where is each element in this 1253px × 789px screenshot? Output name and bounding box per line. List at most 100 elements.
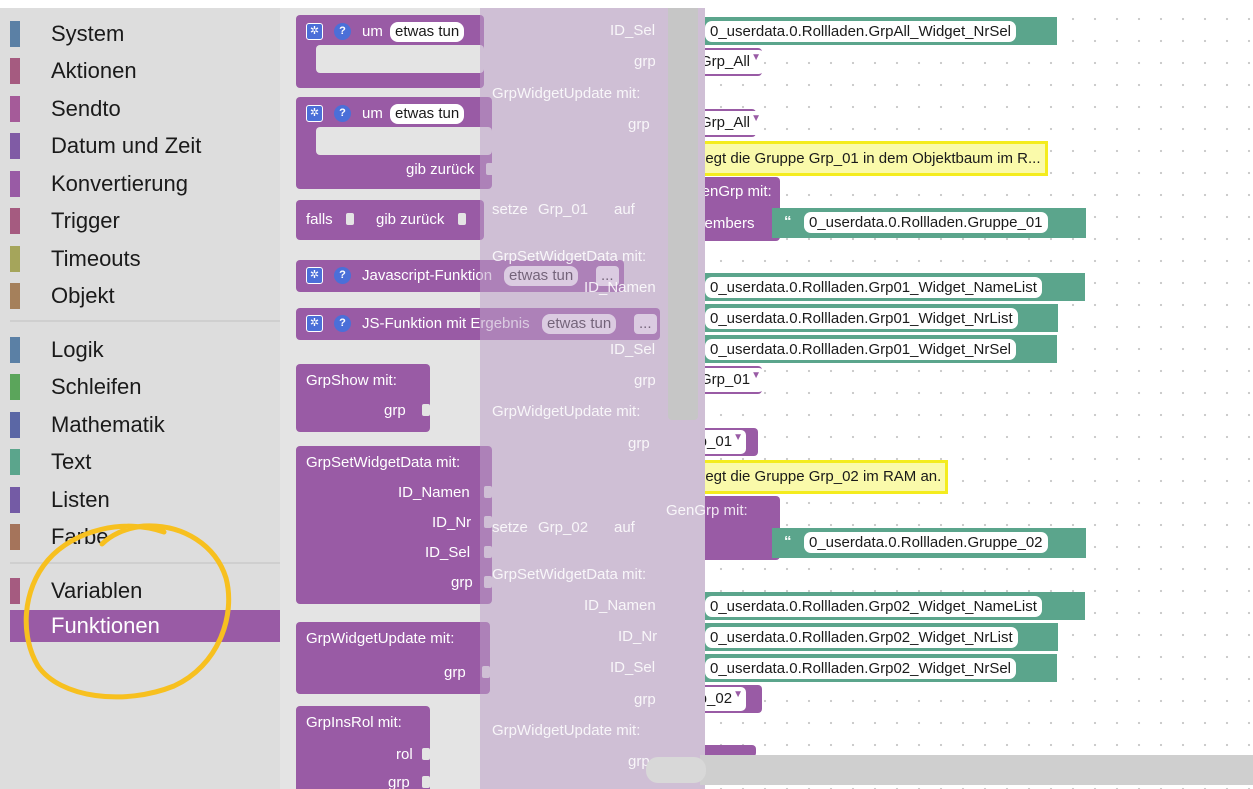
return-label: gib zurück	[376, 211, 445, 228]
input-notch	[482, 666, 490, 678]
more-button[interactable]: ...	[596, 266, 619, 286]
category-label: Sendto	[51, 96, 121, 121]
category-timeouts[interactable]: Timeouts	[10, 243, 280, 275]
functions-flyout: ✲ ? um etwas tun ✲ ? um etwas tun gib zu…	[280, 8, 705, 789]
call-title: GrpShow mit:	[306, 372, 397, 389]
quote-open-icon: “	[784, 213, 792, 230]
comment-block[interactable]: Legt die Gruppe Grp_02 im RAM an.	[690, 460, 949, 494]
call-grpshow-block[interactable]: GrpShow mit: grp	[296, 364, 430, 432]
more-button[interactable]: ...	[634, 314, 657, 334]
category-label: Mathematik	[51, 412, 165, 437]
string-value[interactable]: 0_userdata.0.Rollladen.Gruppe_02	[804, 532, 1048, 553]
help-icon[interactable]: ?	[334, 105, 351, 122]
input-notch	[484, 576, 492, 588]
function-label: Javascript-Funktion	[362, 267, 493, 284]
help-icon[interactable]: ?	[334, 267, 351, 284]
category-label: Timeouts	[51, 246, 141, 271]
category-label: System	[51, 21, 125, 46]
procedure-definition-block[interactable]: ✲ ? um etwas tun	[296, 15, 484, 88]
call-grpinsrol-block[interactable]: GrpInsRol mit: rol grp	[296, 706, 430, 789]
string-value[interactable]: 0_userdata.0.Rollladen.Grp02_Widget_NrLi…	[705, 627, 1018, 648]
function-name-field[interactable]: etwas tun	[542, 314, 617, 334]
call-grpsetwidgetdata-block[interactable]: GrpSetWidgetData mit: ID_Namen ID_Nr ID_…	[296, 446, 492, 604]
gear-icon[interactable]: ✲	[306, 315, 323, 332]
annotation-circle-icon	[23, 523, 232, 700]
flyout-scrollbar[interactable]	[668, 8, 698, 420]
category-label: Text	[51, 449, 92, 474]
param-label: grp	[451, 574, 473, 591]
string-block[interactable]: 0_userdata.0.Rollladen.Grp01_Widget_Name…	[700, 273, 1085, 301]
string-value[interactable]: 0_userdata.0.Rollladen.Grp01_Widget_Name…	[705, 277, 1042, 298]
procedure-name-field[interactable]: etwas tun	[390, 22, 465, 42]
param-label: grp	[388, 774, 410, 789]
input-notch	[422, 776, 430, 788]
string-block[interactable]: “ 0_userdata.0.Rollladen.Gruppe_01	[772, 208, 1086, 238]
category-label: Datum und Zeit	[51, 133, 202, 158]
category-sendto[interactable]: Sendto	[10, 93, 280, 125]
statement-slot	[316, 127, 492, 155]
string-value[interactable]: 0_userdata.0.Rollladen.Grp02_Widget_Name…	[705, 596, 1042, 617]
category-label: Trigger	[51, 208, 120, 233]
if-label: falls	[306, 211, 333, 228]
string-block[interactable]: 0_userdata.0.Rollladen.Grp01_Widget_NrSe…	[700, 335, 1057, 363]
procedure-name-field[interactable]: etwas tun	[390, 104, 465, 124]
gear-icon[interactable]: ✲	[306, 267, 323, 284]
function-name-field[interactable]: etwas tun	[504, 266, 579, 286]
procedure-prefix: um	[362, 105, 383, 122]
js-function-with-result-block[interactable]: ✲ ? JS-Funktion mit Ergebnis etwas tun .…	[296, 308, 660, 340]
comment-block[interactable]: Legt die Gruppe Grp_01 in dem Objektbaum…	[690, 141, 1048, 176]
input-notch	[484, 486, 492, 498]
input-notch	[422, 748, 430, 760]
category-aktionen[interactable]: Aktionen	[10, 55, 280, 87]
javascript-function-block[interactable]: ✲ ? Javascript-Funktion etwas tun ...	[296, 260, 624, 292]
category-label: Logik	[51, 337, 104, 362]
category-schleifen[interactable]: Schleifen	[10, 371, 280, 403]
help-icon[interactable]: ?	[334, 23, 351, 40]
string-block[interactable]: 0_userdata.0.Rollladen.Grp02_Widget_NrSe…	[700, 654, 1057, 682]
string-block[interactable]: 0_userdata.0.Rollladen.Grp02_Widget_Name…	[700, 592, 1085, 620]
string-block[interactable]: “ 0_userdata.0.Rollladen.Gruppe_02	[772, 528, 1086, 558]
help-icon[interactable]: ?	[334, 315, 351, 332]
category-konvertierung[interactable]: Konvertierung	[10, 168, 280, 200]
category-system[interactable]: System	[10, 18, 280, 50]
procedure-with-return-block[interactable]: ✲ ? um etwas tun gib zurück	[296, 97, 494, 189]
string-value[interactable]: 0_userdata.0.Rollladen.Gruppe_01	[804, 212, 1048, 233]
return-label: gib zurück	[406, 161, 475, 178]
gear-icon[interactable]: ✲	[306, 23, 323, 40]
gear-icon[interactable]: ✲	[306, 105, 323, 122]
string-block[interactable]: 0_userdata.0.Rollladen.Grp02_Widget_NrLi…	[700, 623, 1058, 651]
string-value[interactable]: 0_userdata.0.Rollladen.GrpAll_Widget_NrS…	[705, 21, 1016, 42]
category-listen[interactable]: Listen	[10, 484, 280, 516]
input-notch	[346, 213, 354, 225]
input-notch	[422, 404, 430, 416]
toolbox-separator	[10, 320, 280, 322]
input-notch	[458, 213, 466, 225]
string-value[interactable]: 0_userdata.0.Rollladen.Grp01_Widget_NrLi…	[705, 308, 1018, 329]
input-notch	[486, 163, 494, 175]
string-value[interactable]: 0_userdata.0.Rollladen.Grp01_Widget_NrSe…	[705, 339, 1017, 360]
call-title: GrpWidgetUpdate mit:	[306, 630, 455, 647]
category-datum-und-zeit[interactable]: Datum und Zeit	[10, 130, 280, 162]
procedure-prefix: um	[362, 23, 383, 40]
category-text[interactable]: Text	[10, 446, 280, 478]
call-grpwidgetupdate-block[interactable]: GrpWidgetUpdate mit: grp	[296, 622, 490, 694]
call-title: GrpSetWidgetData mit:	[306, 454, 461, 471]
category-label: Konvertierung	[51, 171, 188, 196]
string-block[interactable]: 0_userdata.0.Rollladen.Grp01_Widget_NrLi…	[700, 304, 1058, 332]
call-title: GrpInsRol mit:	[306, 714, 402, 731]
string-block[interactable]: 0_userdata.0.Rollladen.GrpAll_Widget_NrS…	[700, 17, 1057, 45]
category-objekt[interactable]: Objekt	[10, 280, 280, 312]
category-label: Objekt	[51, 283, 115, 308]
category-logik[interactable]: Logik	[10, 334, 280, 366]
category-label: Aktionen	[51, 58, 137, 83]
workspace-horizontal-scrollbar[interactable]	[700, 755, 1253, 785]
param-label: grp	[384, 402, 406, 419]
category-label: Listen	[51, 487, 110, 512]
horizontal-scroll-thumb[interactable]	[646, 757, 706, 783]
category-mathematik[interactable]: Mathematik	[10, 409, 280, 441]
param-label: grp	[444, 664, 466, 681]
category-trigger[interactable]: Trigger	[10, 205, 280, 237]
string-value[interactable]: 0_userdata.0.Rollladen.Grp02_Widget_NrSe…	[705, 658, 1017, 679]
category-label: Schleifen	[51, 374, 142, 399]
if-return-block[interactable]: falls gib zurück	[296, 200, 484, 240]
